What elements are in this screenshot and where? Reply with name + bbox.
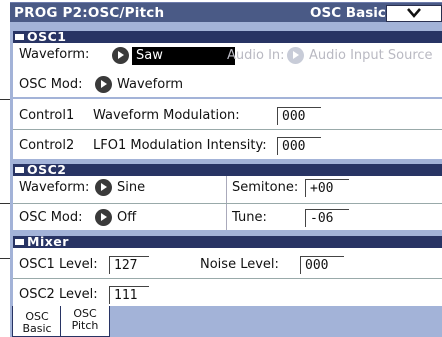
osc1-level-label: OSC1 Level: bbox=[19, 257, 98, 272]
page-menu-button[interactable] bbox=[386, 5, 442, 22]
tune-label: Tune: bbox=[232, 210, 267, 225]
tab-bar: OSC Basic OSC Pitch bbox=[10, 306, 442, 337]
page-name: OSC Basic bbox=[310, 5, 386, 21]
osc2-waveform-value[interactable]: Sine bbox=[117, 180, 145, 195]
osc2-waveform-label: Waveform: bbox=[19, 180, 90, 195]
osc2-osc-mod-value[interactable]: Off bbox=[117, 210, 136, 225]
title-bar: PROG P2:OSC/Pitch OSC Basic bbox=[10, 2, 442, 23]
tab-osc-basic[interactable]: OSC Basic bbox=[12, 306, 62, 337]
divider bbox=[13, 129, 442, 130]
osc1-waveform-select[interactable]: Saw bbox=[132, 47, 235, 65]
semitone-field[interactable]: +00 bbox=[305, 179, 349, 197]
osc2-title: OSC2 bbox=[15, 162, 67, 177]
osc1-waveform-arrow-icon[interactable] bbox=[112, 47, 129, 64]
divider bbox=[13, 203, 442, 204]
page-title: PROG P2:OSC/Pitch bbox=[14, 5, 165, 21]
osc2-level-field[interactable]: 111 bbox=[109, 286, 149, 304]
osc2-osc-mod-arrow-icon[interactable] bbox=[95, 209, 112, 226]
osc2-level-label: OSC2 Level: bbox=[19, 287, 98, 302]
divider bbox=[13, 278, 442, 279]
mixer-title: Mixer bbox=[15, 234, 69, 249]
osc1-level-field[interactable]: 127 bbox=[109, 256, 149, 274]
audio-in-label: Audio In: bbox=[227, 48, 285, 63]
osc1-osc-mod-value[interactable]: Waveform bbox=[117, 77, 183, 92]
tab-osc-pitch[interactable]: OSC Pitch bbox=[60, 306, 110, 337]
osc2-osc-mod-label: OSC Mod: bbox=[19, 210, 83, 225]
osc1-waveform-label: Waveform: bbox=[19, 47, 90, 62]
noise-level-field[interactable]: 000 bbox=[300, 256, 344, 274]
audio-input-source: Audio Input Source bbox=[309, 48, 433, 63]
osc1-section-header: OSC1 bbox=[13, 29, 442, 44]
semitone-label: Semitone: bbox=[232, 180, 299, 195]
tune-field[interactable]: -06 bbox=[305, 209, 349, 227]
noise-level-label: Noise Level: bbox=[200, 257, 279, 272]
mixer-panel: OSC1 Level: 127 Noise Level: 000 OSC2 Le… bbox=[13, 248, 442, 306]
osc2-waveform-arrow-icon[interactable] bbox=[95, 179, 112, 196]
osc1-panel: Waveform: Saw Audio In: Audio Input Sour… bbox=[13, 43, 442, 97]
audio-in-arrow-icon bbox=[287, 47, 304, 64]
control1-value-field[interactable]: 000 bbox=[277, 107, 321, 125]
control2-name: LFO1 Modulation Intensity: bbox=[93, 138, 267, 153]
osc2-section-header: OSC2 bbox=[13, 162, 442, 177]
osc1-title: OSC1 bbox=[15, 29, 67, 44]
control2-label: Control2 bbox=[19, 138, 75, 153]
tab-label: Basic bbox=[22, 322, 52, 335]
control2-value-field[interactable]: 000 bbox=[277, 137, 321, 155]
osc1-osc-mod-arrow-icon[interactable] bbox=[95, 76, 112, 93]
osc1-osc-mod-label: OSC Mod: bbox=[19, 77, 83, 92]
mixer-section-header: Mixer bbox=[13, 234, 442, 249]
control1-label: Control1 bbox=[19, 108, 75, 123]
control1-name: Waveform Modulation: bbox=[93, 108, 240, 123]
tab-label: Pitch bbox=[71, 319, 99, 332]
chevron-down-icon bbox=[407, 8, 421, 18]
